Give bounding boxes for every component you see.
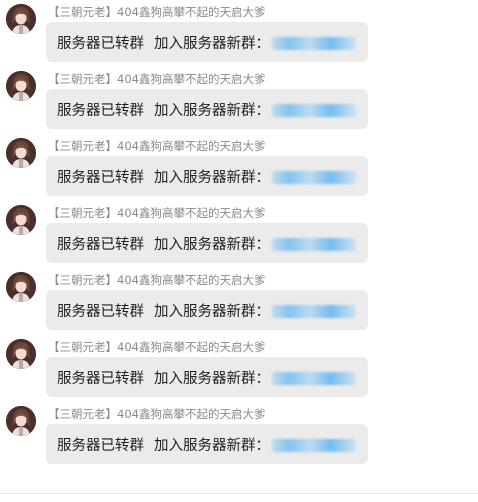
redacted-link[interactable] xyxy=(272,237,356,251)
message-label: 加入服务器新群： xyxy=(154,35,270,52)
user-avatar-icon xyxy=(6,272,36,302)
redacted-link[interactable] xyxy=(272,304,356,318)
message-text: 服务器已转群 xyxy=(57,370,144,387)
avatar[interactable] xyxy=(6,406,36,436)
sender-name: 【三朝元老】404鑫狗高攀不起的天启大爹 xyxy=(48,206,266,220)
avatar[interactable] xyxy=(6,4,36,34)
message-bubble[interactable]: 服务器已转群 加入服务器新群： xyxy=(46,223,368,263)
sender-name: 【三朝元老】404鑫狗高攀不起的天启大爹 xyxy=(48,273,266,287)
sender-name: 【三朝元老】404鑫狗高攀不起的天启大爹 xyxy=(48,72,266,86)
chat-message-list: 【三朝元老】404鑫狗高攀不起的天启大爹 服务器已转群 加入服务器新群： 【三朝… xyxy=(0,0,478,494)
message-text: 服务器已转群 xyxy=(57,303,144,320)
message-label: 加入服务器新群： xyxy=(154,303,270,320)
redacted-link[interactable] xyxy=(272,170,356,184)
chat-message: 【三朝元老】404鑫狗高攀不起的天启大爹 服务器已转群 加入服务器新群： xyxy=(0,134,478,201)
user-avatar-icon xyxy=(6,406,36,436)
avatar[interactable] xyxy=(6,272,36,302)
message-label: 加入服务器新群： xyxy=(154,169,270,186)
avatar[interactable] xyxy=(6,71,36,101)
sender-name: 【三朝元老】404鑫狗高攀不起的天启大爹 xyxy=(48,5,266,19)
message-text: 服务器已转群 xyxy=(57,236,144,253)
redacted-link[interactable] xyxy=(272,36,356,50)
user-avatar-icon xyxy=(6,138,36,168)
redacted-link[interactable] xyxy=(272,103,356,117)
user-avatar-icon xyxy=(6,71,36,101)
avatar[interactable] xyxy=(6,205,36,235)
chat-message: 【三朝元老】404鑫狗高攀不起的天启大爹 服务器已转群 加入服务器新群： xyxy=(0,402,478,469)
chat-message: 【三朝元老】404鑫狗高攀不起的天启大爹 服务器已转群 加入服务器新群： xyxy=(0,0,478,67)
chat-message: 【三朝元老】404鑫狗高攀不起的天启大爹 服务器已转群 加入服务器新群： xyxy=(0,67,478,134)
message-label: 加入服务器新群： xyxy=(154,236,270,253)
message-label: 加入服务器新群： xyxy=(154,102,270,119)
message-bubble[interactable]: 服务器已转群 加入服务器新群： xyxy=(46,22,368,62)
avatar[interactable] xyxy=(6,138,36,168)
sender-name: 【三朝元老】404鑫狗高攀不起的天启大爹 xyxy=(48,407,266,421)
user-avatar-icon xyxy=(6,205,36,235)
avatar[interactable] xyxy=(6,339,36,369)
message-bubble[interactable]: 服务器已转群 加入服务器新群： xyxy=(46,89,368,129)
message-bubble[interactable]: 服务器已转群 加入服务器新群： xyxy=(46,156,368,196)
user-avatar-icon xyxy=(6,4,36,34)
chat-message: 【三朝元老】404鑫狗高攀不起的天启大爹 服务器已转群 加入服务器新群： xyxy=(0,201,478,268)
message-text: 服务器已转群 xyxy=(57,437,144,454)
redacted-link[interactable] xyxy=(272,371,356,385)
message-label: 加入服务器新群： xyxy=(154,437,270,454)
message-label: 加入服务器新群： xyxy=(154,370,270,387)
user-avatar-icon xyxy=(6,339,36,369)
message-bubble[interactable]: 服务器已转群 加入服务器新群： xyxy=(46,424,368,464)
message-text: 服务器已转群 xyxy=(57,102,144,119)
divider xyxy=(0,493,478,494)
sender-name: 【三朝元老】404鑫狗高攀不起的天启大爹 xyxy=(48,139,266,153)
message-bubble[interactable]: 服务器已转群 加入服务器新群： xyxy=(46,290,368,330)
message-bubble[interactable]: 服务器已转群 加入服务器新群： xyxy=(46,357,368,397)
chat-message: 【三朝元老】404鑫狗高攀不起的天启大爹 服务器已转群 加入服务器新群： xyxy=(0,335,478,402)
message-text: 服务器已转群 xyxy=(57,35,144,52)
sender-name: 【三朝元老】404鑫狗高攀不起的天启大爹 xyxy=(48,340,266,354)
chat-message: 【三朝元老】404鑫狗高攀不起的天启大爹 服务器已转群 加入服务器新群： xyxy=(0,268,478,335)
message-text: 服务器已转群 xyxy=(57,169,144,186)
redacted-link[interactable] xyxy=(272,438,356,452)
